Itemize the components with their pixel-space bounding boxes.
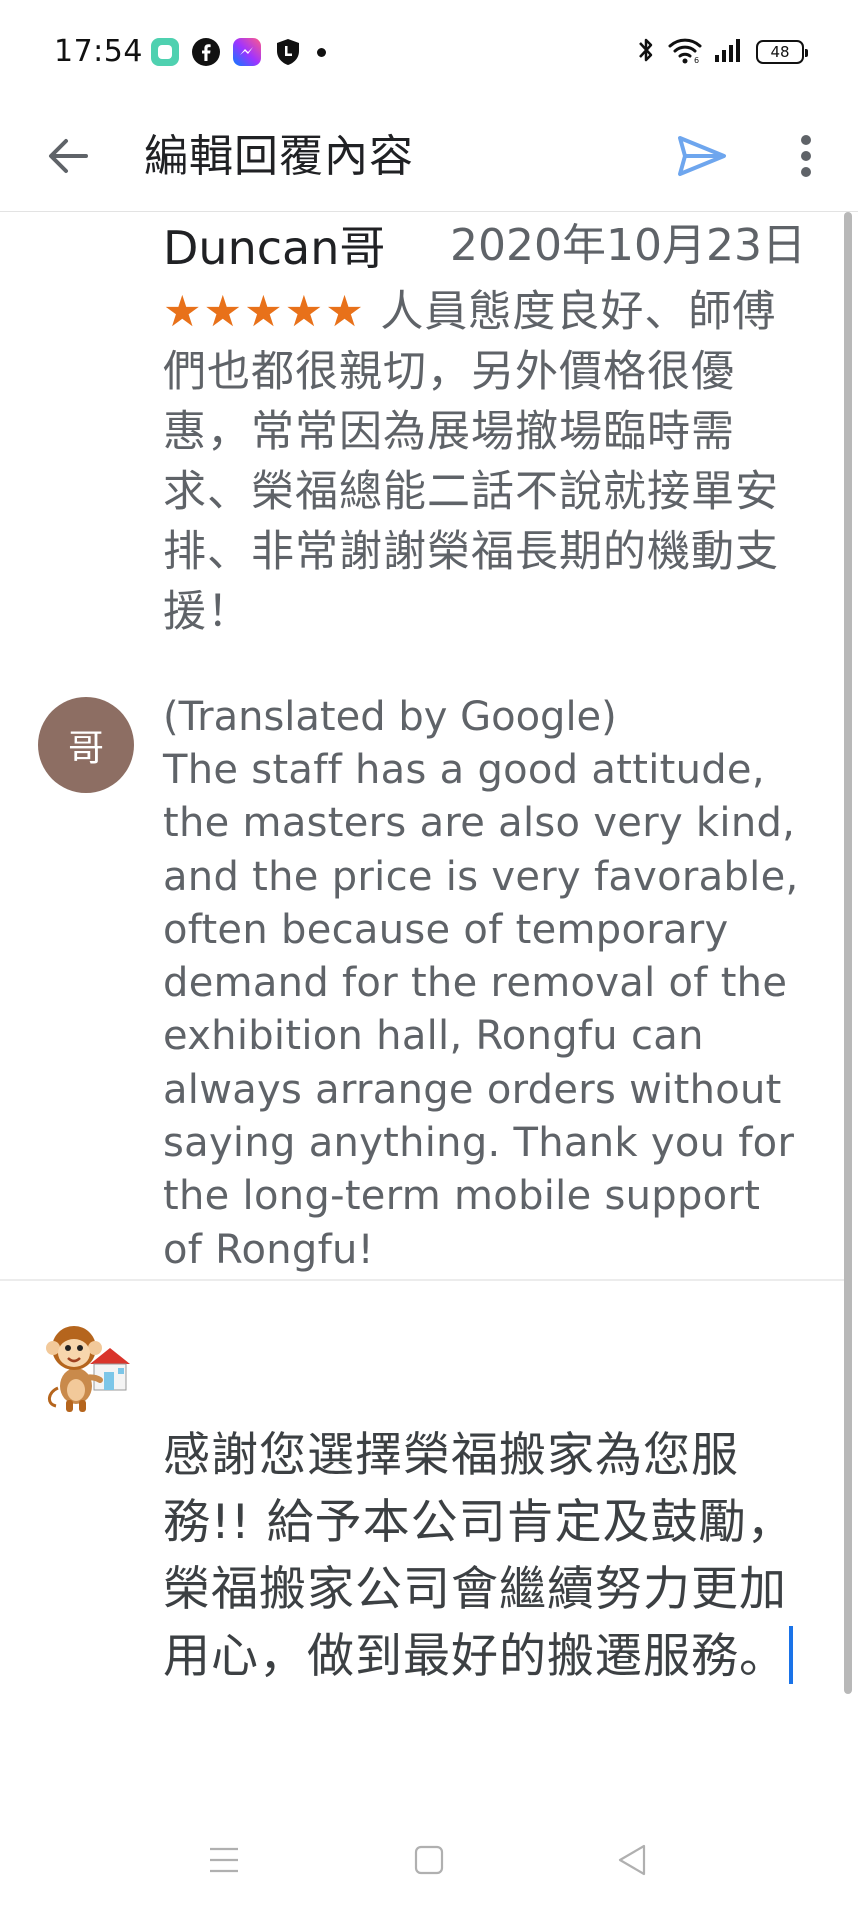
- facebook-icon: [190, 36, 222, 68]
- recents-button[interactable]: [199, 1842, 249, 1882]
- back-triangle-icon: [616, 1843, 648, 1881]
- screen: 17:54 6 48 編輯回覆內容 Duncan哥 2020年10月23日 ★★…: [0, 0, 858, 1907]
- reply-text-field[interactable]: 感謝您選擇榮福搬家為您服務!! 給予本公司肯定及鼓勵，榮福搬家公司會繼續努力更加…: [163, 1422, 813, 1690]
- navigation-bar: [0, 1810, 858, 1907]
- reviewer-avatar: 哥: [38, 697, 134, 793]
- more-vert-icon: [800, 134, 812, 182]
- review-date: 2020年10月23日: [450, 220, 806, 271]
- translated-text: The staff has a good attitude, the maste…: [163, 747, 799, 1273]
- status-time: 17:54: [54, 34, 143, 69]
- back-arrow-icon: [46, 136, 90, 180]
- text-cursor: [789, 1626, 793, 1684]
- review-body: 人員態度良好、師傅們也都很親切，另外價格很優惠，常常因為展場撤場臨時需求、榮福總…: [163, 287, 779, 637]
- bluetooth-icon: [636, 35, 656, 69]
- shield-app-icon: [272, 36, 304, 68]
- divider: [0, 1279, 844, 1281]
- owner-avatar: [44, 1318, 134, 1414]
- send-icon: [676, 134, 728, 182]
- cell-signal-icon: [714, 37, 744, 67]
- battery-indicator: 48: [756, 40, 808, 64]
- page-title: 編輯回覆內容: [144, 131, 414, 182]
- svg-text:6: 6: [694, 56, 699, 64]
- reply-text-value: 感謝您選擇榮福搬家為您服務!! 給予本公司肯定及鼓勵，榮福搬家公司會繼續努力更加…: [163, 1428, 795, 1684]
- star-rating: ★★★★★: [163, 287, 366, 337]
- translated-label: (Translated by Google): [163, 694, 617, 740]
- status-bar: 17:54 6 48: [0, 0, 858, 104]
- system-back-button[interactable]: [607, 1842, 657, 1882]
- wifi-icon: 6: [668, 36, 702, 68]
- menu-icon: [209, 1846, 239, 1878]
- review-text: ★★★★★ 人員態度良好、師傅們也都很親切，另外價格很優惠，常常因為展場撤場臨時…: [163, 282, 813, 642]
- messenger-icon: [231, 36, 263, 68]
- home-button[interactable]: [404, 1842, 454, 1882]
- send-button[interactable]: [672, 128, 732, 188]
- reviewer-name: Duncan哥: [163, 221, 386, 275]
- scrollbar[interactable]: [844, 212, 852, 1694]
- messages-app-icon: [149, 36, 181, 68]
- system-icons: 6 48: [636, 34, 808, 70]
- notification-icons: [149, 34, 326, 70]
- home-icon: [414, 1845, 444, 1879]
- back-button[interactable]: [38, 128, 98, 188]
- app-bar: 編輯回覆內容: [0, 104, 858, 212]
- more-options-button[interactable]: [776, 128, 836, 188]
- more-notifications-dot: [317, 47, 326, 57]
